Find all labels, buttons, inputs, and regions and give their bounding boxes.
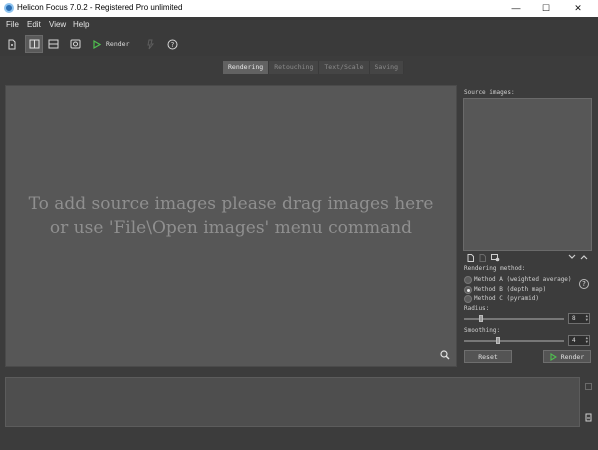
pin-icon (146, 39, 154, 49)
menu-edit[interactable]: Edit (27, 20, 41, 29)
add-file-icon[interactable] (467, 254, 474, 262)
radius-value: 8 (572, 315, 576, 322)
log-panel[interactable] (5, 377, 580, 427)
pin-button[interactable] (141, 35, 159, 53)
source-images-list[interactable] (463, 98, 592, 251)
method-a-radio[interactable] (464, 276, 472, 284)
reset-button[interactable]: Reset (464, 350, 512, 363)
method-help-icon[interactable]: ? (579, 279, 589, 289)
smoothing-spinbox[interactable]: 4 ▲ ▼ (568, 335, 590, 346)
menu-view[interactable]: View (49, 20, 66, 29)
log-scroll-icon[interactable] (585, 413, 592, 422)
radius-label: Radius: (464, 305, 490, 312)
smoothing-slider-handle[interactable] (496, 337, 500, 344)
menu-help[interactable]: Help (73, 20, 89, 29)
toolbar-render-label: Render (106, 40, 130, 48)
toolbar-render-button[interactable]: Render (93, 35, 129, 53)
tab-text-scale[interactable]: Text/Scale (319, 61, 370, 74)
tab-retouching[interactable]: Retouching (269, 61, 320, 74)
reset-label: Reset (478, 352, 498, 361)
tab-bar: Rendering Retouching Text/Scale Saving (223, 61, 404, 74)
spin-arrows-icon[interactable]: ▲ ▼ (586, 336, 588, 344)
smoothing-slider[interactable] (464, 340, 564, 342)
svg-text:?: ? (170, 41, 174, 49)
method-c-label: Method C (pyramid) (474, 295, 540, 302)
window-title: Helicon Focus 7.0.2 - Registered Pro unl… (17, 3, 183, 12)
photo-icon (70, 39, 80, 49)
layout-columns-button[interactable] (25, 35, 43, 53)
tab-rendering[interactable]: Rendering (223, 61, 270, 74)
app-logo-icon (4, 3, 14, 13)
method-c-radio[interactable] (464, 295, 472, 303)
rendering-method-label: Rendering method: (464, 265, 526, 272)
image-settings-icon[interactable] (491, 254, 500, 262)
remove-file-icon[interactable] (479, 254, 486, 262)
drop-hint-message: To add source images please drag images … (28, 194, 434, 238)
toolbar: Render ? (0, 33, 598, 56)
method-b-label: Method B (depth map) (474, 286, 547, 293)
radius-spinbox[interactable]: 8 ▲ ▼ (568, 313, 590, 324)
radius-slider-handle[interactable] (479, 315, 483, 322)
layout-columns-icon (29, 39, 39, 49)
title-bar: Helicon Focus 7.0.2 - Registered Pro unl… (0, 0, 598, 17)
render-play-icon (93, 39, 101, 49)
minimize-button[interactable]: — (503, 1, 529, 15)
chevron-up-icon[interactable] (580, 254, 588, 260)
menu-bar: File Edit View Help (0, 17, 598, 33)
render-play-icon (550, 352, 557, 361)
help-icon: ? (167, 39, 177, 49)
smoothing-value: 4 (572, 337, 576, 344)
clear-log-icon[interactable] (585, 383, 592, 390)
zoom-icon[interactable] (440, 350, 450, 360)
render-button[interactable]: Render (543, 350, 591, 363)
new-file-button[interactable] (3, 35, 21, 53)
new-file-icon (8, 39, 16, 49)
log-scrollbar[interactable] (583, 377, 594, 427)
preview-canvas[interactable]: To add source images please drag images … (5, 85, 457, 367)
method-a-label: Method A (weighted average) (474, 276, 572, 283)
maximize-button[interactable]: ☐ (533, 1, 559, 15)
source-tools (463, 253, 592, 262)
help-button[interactable]: ? (163, 35, 181, 53)
menu-file[interactable]: File (6, 20, 19, 29)
photo-view-button[interactable] (66, 35, 84, 53)
close-button[interactable]: ✕ (565, 1, 591, 15)
spin-arrows-icon[interactable]: ▲ ▼ (586, 314, 588, 322)
tab-saving[interactable]: Saving (369, 61, 404, 74)
layout-rows-icon (48, 39, 58, 49)
render-label: Render (560, 352, 585, 361)
smoothing-label: Smoothing: (464, 327, 501, 334)
source-images-label: Source images: (464, 89, 515, 96)
layout-rows-button[interactable] (44, 35, 62, 53)
method-b-radio[interactable] (464, 286, 472, 294)
chevron-down-icon[interactable] (568, 254, 576, 260)
